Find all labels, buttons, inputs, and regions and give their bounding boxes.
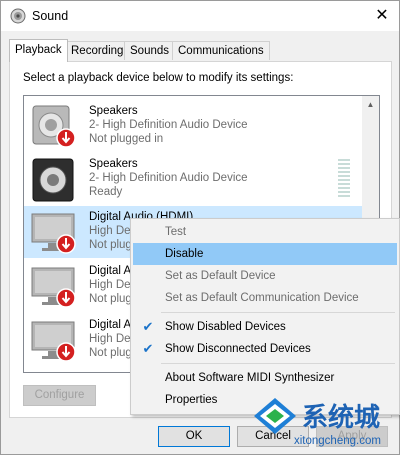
device-name: Speakers — [89, 158, 138, 170]
ok-button[interactable]: OK — [158, 426, 230, 447]
menu-item-test[interactable]: Test — [133, 221, 397, 243]
watermark-chinese-text: 系统城 — [302, 403, 381, 433]
menu-item-label: Show Disabled Devices — [165, 321, 286, 333]
device-name: Digital A — [89, 265, 132, 277]
menu-separator — [161, 363, 395, 364]
menu-separator — [161, 312, 395, 313]
menu-item-label: Show Disconnected Devices — [165, 343, 311, 355]
device-item[interactable]: Speakers 2- High Definition Audio Device… — [24, 100, 362, 152]
not-plugged-in-badge-icon — [56, 288, 76, 308]
menu-item-label: Test — [165, 226, 187, 238]
device-description: High De — [89, 225, 131, 237]
context-menu: Test Disable Set as Default Device Set a… — [130, 218, 400, 415]
checkmark-icon: ✔ — [142, 341, 154, 356]
menu-item-label: About Software MIDI Synthesizer — [165, 372, 335, 384]
menu-item-show-disconnected-devices[interactable]: ✔ Show Disconnected Devices — [133, 338, 397, 360]
instruction-text: Select a playback device below to modify… — [23, 72, 294, 84]
speaker-icon — [32, 158, 74, 202]
speaker-icon — [10, 8, 26, 24]
not-plugged-in-badge-icon — [56, 128, 76, 148]
device-status: Not plugged in — [89, 133, 164, 145]
device-description: High De — [89, 279, 131, 291]
watermark-logo-icon — [254, 398, 296, 434]
watermark-url: xitongcheng.com — [294, 435, 381, 447]
device-status: Not plug — [89, 347, 132, 359]
menu-item-label: Disable — [165, 248, 204, 260]
device-item[interactable]: Speakers 2- High Definition Audio Device… — [24, 153, 362, 205]
device-name: Speakers — [89, 105, 138, 117]
device-name: Digital A — [89, 319, 132, 331]
tab-sounds[interactable]: Sounds — [124, 41, 176, 60]
configure-button[interactable]: Configure — [23, 385, 96, 406]
not-plugged-in-badge-icon — [56, 234, 76, 254]
watermark: 系统城 xitongcheng.com — [250, 396, 398, 454]
tab-recording[interactable]: Recording — [65, 41, 130, 60]
menu-item-set-default-communication-device[interactable]: Set as Default Communication Device — [133, 287, 397, 309]
device-description: High De — [89, 333, 131, 345]
menu-item-disable[interactable]: Disable — [133, 243, 397, 265]
menu-item-label: Properties — [165, 394, 218, 406]
tab-playback[interactable]: Playback — [9, 39, 68, 62]
title-bar[interactable]: Sound ✕ — [1, 1, 399, 31]
device-status: Not plug — [89, 293, 132, 305]
device-description: 2- High Definition Audio Device — [89, 172, 248, 184]
window-title: Sound — [32, 9, 69, 23]
close-button[interactable]: ✕ — [369, 3, 395, 29]
menu-item-show-disabled-devices[interactable]: ✔ Show Disabled Devices — [133, 316, 397, 338]
volume-level-meter — [338, 159, 350, 199]
menu-item-about-midi-synth[interactable]: About Software MIDI Synthesizer — [133, 367, 397, 389]
scroll-up-arrow-icon[interactable]: ▲ — [362, 96, 379, 113]
tab-communications[interactable]: Communications — [172, 41, 270, 60]
device-description: 2- High Definition Audio Device — [89, 119, 248, 131]
menu-item-set-default-device[interactable]: Set as Default Device — [133, 265, 397, 287]
not-plugged-in-badge-icon — [56, 342, 76, 362]
checkmark-icon: ✔ — [142, 319, 154, 334]
menu-item-label: Set as Default Communication Device — [165, 292, 359, 304]
device-status: Not plug — [89, 239, 132, 251]
menu-item-label: Set as Default Device — [165, 270, 276, 282]
device-status: Ready — [89, 186, 123, 198]
